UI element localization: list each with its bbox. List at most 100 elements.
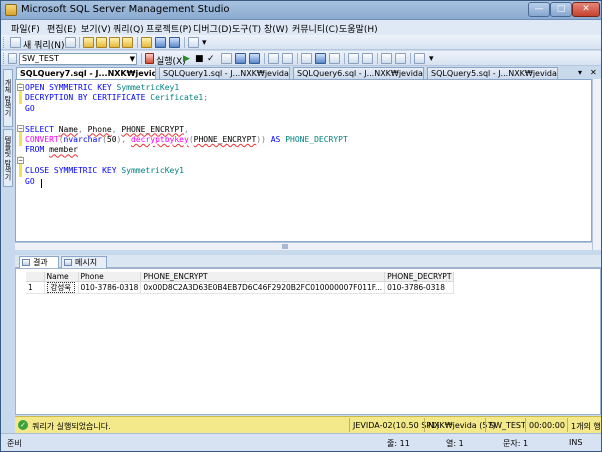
execute-button[interactable]: 실행(X)	[156, 54, 186, 67]
elapsed-time: 00:00:00	[529, 421, 565, 430]
menu-tools[interactable]: 도구(T)	[232, 22, 261, 35]
new-query-icon[interactable]	[10, 37, 21, 48]
scrollbar-thumb[interactable]	[282, 244, 288, 249]
tab-sqlquery5[interactable]: SQLQuery5.sql - J...NXK₩jevida (60))*	[427, 67, 558, 79]
menu-window[interactable]: 창(W)	[264, 22, 288, 35]
stop-icon[interactable]: ■	[195, 54, 204, 64]
uncomment-icon[interactable]	[362, 53, 373, 64]
database-select[interactable]: SW_TEST ▼	[19, 53, 137, 65]
menu-file[interactable]: 파일(F)	[11, 22, 40, 35]
results-to-grid-icon[interactable]	[315, 53, 326, 64]
collapse-toggle-icon[interactable]: −	[17, 125, 24, 132]
maximize-button[interactable]: □	[550, 2, 572, 17]
sql-code[interactable]: OPEN SYMMETRIC KEY SymmetricKey1 DECRYPT…	[25, 83, 348, 187]
close-button[interactable]: ✕	[572, 2, 600, 17]
menu-query[interactable]: 쿼리(Q)	[113, 22, 144, 35]
grid-header-row: Name Phone PHONE_ENCRYPT PHONE_DECRYPT	[26, 272, 455, 282]
change-connection-icon[interactable]	[8, 53, 17, 64]
results-grid[interactable]: Name Phone PHONE_ENCRYPT PHONE_DECRYPT 1…	[26, 272, 455, 294]
cell-phone-decrypt[interactable]: 010-3786-0318	[384, 281, 455, 294]
open-file-icon[interactable]	[141, 37, 152, 48]
dmx-query-icon[interactable]	[122, 37, 133, 48]
server-name: JEVIDA-02(10.50 SP1)	[353, 421, 440, 430]
results-pane[interactable]: Name Phone PHONE_ENCRYPT PHONE_DECRYPT 1…	[15, 268, 601, 415]
editor-horizontal-scrollbar[interactable]	[15, 242, 592, 250]
status-separator	[567, 418, 568, 432]
intellisense-icon[interactable]	[249, 53, 260, 64]
query-status-bar: ✓ 쿼리가 실행되었습니다. JEVIDA-02(10.50 SP1) NXK₩…	[15, 416, 601, 433]
toolbar-separator	[137, 37, 138, 48]
mdx-query-icon[interactable]	[109, 37, 120, 48]
menu-community[interactable]: 커뮤니티(C)	[292, 22, 338, 35]
code-line-10: GO	[25, 176, 35, 186]
activity-monitor-icon[interactable]	[188, 37, 199, 48]
toolbar-overflow-icon[interactable]: ▾	[429, 54, 434, 64]
code-line-6: CONVERT(nvarchar(50), decryptbykey(PHONE…	[25, 135, 348, 145]
column-header-phone[interactable]: Phone	[78, 272, 142, 282]
analysis-query-icon[interactable]	[96, 37, 107, 48]
toolbar-grip[interactable]	[3, 37, 6, 48]
specify-template-values-icon[interactable]	[414, 53, 425, 64]
status-separator	[424, 418, 425, 432]
status-separator	[525, 418, 526, 432]
title-bar[interactable]: Microsoft SQL Server Management Studio —…	[1, 1, 601, 20]
cell-phone[interactable]: 010-3786-0318	[78, 281, 142, 294]
comment-out-icon[interactable]	[348, 53, 359, 64]
minimize-button[interactable]: —	[528, 2, 550, 17]
menu-project[interactable]: 프로젝트(P)	[146, 22, 192, 35]
table-row[interactable]: 1 강성욱 010-3786-0318 0x00D8C2A3D63E0B4EB7…	[26, 281, 455, 294]
results-to-text-icon[interactable]	[301, 53, 312, 64]
menu-edit[interactable]: 편집(E)	[47, 22, 76, 35]
database-engine-query-icon[interactable]	[83, 37, 94, 48]
cell-name[interactable]: 강성욱	[44, 281, 79, 294]
row-number[interactable]: 1	[26, 281, 45, 294]
editor-vertical-scrollbar[interactable]	[592, 79, 601, 250]
save-all-icon[interactable]	[169, 37, 180, 48]
new-query-button[interactable]: 새 쿼리(N)	[23, 38, 64, 51]
execute-icon[interactable]	[145, 53, 154, 64]
debug-play-icon[interactable]: ▶	[183, 54, 190, 64]
tab-messages-label: 메시지	[75, 258, 98, 267]
toolbar-separator	[264, 53, 265, 64]
client-statistics-icon[interactable]	[282, 53, 293, 64]
parse-check-icon[interactable]: ✓	[207, 54, 215, 64]
column-header-phone-encrypt[interactable]: PHONE_ENCRYPT	[140, 272, 386, 282]
collapse-toggle-icon[interactable]: −	[17, 157, 24, 164]
collapse-toggle-icon[interactable]: −	[17, 84, 24, 91]
display-plan-icon[interactable]	[221, 53, 232, 64]
include-actual-plan-icon[interactable]	[268, 53, 279, 64]
query-designer-icon[interactable]	[235, 53, 246, 64]
new-file-icon[interactable]	[65, 37, 76, 48]
results-to-file-icon[interactable]	[329, 53, 340, 64]
row-number-header[interactable]	[26, 272, 45, 282]
column-header-phone-decrypt[interactable]: PHONE_DECRYPT	[384, 272, 455, 282]
chevron-down-icon: ▼	[129, 55, 135, 63]
tab-results[interactable]: 결과	[19, 256, 59, 268]
ready-status: 준비	[7, 439, 22, 448]
close-tab-icon[interactable]: ✕	[590, 68, 597, 77]
tab-messages[interactable]: 메시지	[61, 256, 107, 268]
save-icon[interactable]	[155, 37, 166, 48]
query-editor[interactable]: − − − OPEN SYMMETRIC KEY SymmetricKey1 D…	[15, 79, 592, 242]
column-header-name[interactable]: Name	[44, 272, 79, 282]
template-explorer-tab[interactable]: 템플릿 탐색기	[3, 129, 13, 187]
menu-help[interactable]: 도움말(H)	[339, 22, 378, 35]
tab-list-icon[interactable]: ▾	[578, 68, 582, 77]
success-check-icon: ✓	[18, 420, 28, 430]
toolbar-overflow-icon[interactable]: ▾	[202, 38, 207, 48]
increase-indent-icon[interactable]	[395, 53, 406, 64]
tab-sqlquery6[interactable]: SQLQuery6.sql - J...NXK₩jevida (62))*	[293, 67, 424, 79]
toolbar-grip[interactable]	[3, 53, 6, 64]
code-line-2: DECRYPTION BY CERTIFICATE Cerificate1;	[25, 93, 209, 103]
tab-sqlquery1[interactable]: SQLQuery1.sql - J...NXK₩jevida (52))*	[159, 67, 290, 79]
toolbar-separator	[297, 53, 298, 64]
menu-view[interactable]: 보기(V)	[81, 22, 111, 35]
cell-phone-encrypt[interactable]: 0x00D8C2A3D63E0B4EB7D6C46F2920B2FC010000…	[140, 281, 386, 294]
toolbar-separator	[184, 37, 185, 48]
line-indicator: 줄: 11	[387, 439, 410, 448]
decrease-indent-icon[interactable]	[381, 53, 392, 64]
code-line-7: FROM member	[25, 145, 78, 155]
menu-debug[interactable]: 디버그(D)	[193, 22, 232, 35]
object-explorer-tab[interactable]: 개체 탐색기	[3, 69, 13, 127]
grid-icon	[22, 259, 30, 266]
